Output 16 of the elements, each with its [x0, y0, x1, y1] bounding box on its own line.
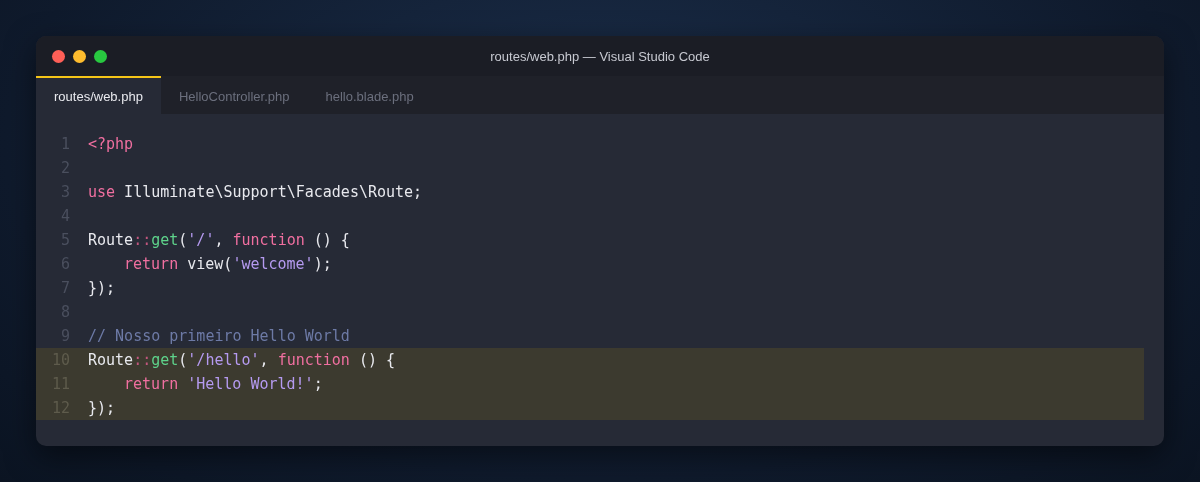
code-line: // Nosso primeiro Hello World	[88, 327, 350, 345]
code-line: });	[88, 399, 116, 417]
code-line: Route::get('/hello', function () {	[88, 351, 396, 369]
code-line: return 'Hello World!';	[123, 375, 323, 393]
window-title: routes/web.php — Visual Studio Code	[490, 48, 710, 64]
code-line: });	[88, 279, 116, 297]
code-line: <?php	[88, 135, 134, 153]
maximize-button[interactable]	[94, 49, 107, 63]
code-line: Route::get('/', function () {	[88, 231, 350, 249]
close-button[interactable]	[52, 49, 65, 63]
code-line: return view('welcome');	[123, 255, 332, 273]
editor-tab[interactable]: hello.blade.php	[307, 76, 432, 114]
editor-tab[interactable]: HelloController.php	[160, 76, 308, 114]
code-line: use Illuminate\Support\Facades\Route;	[88, 183, 423, 201]
editor-tab[interactable]: routes/web.php	[36, 76, 161, 114]
minimize-button[interactable]	[73, 49, 86, 63]
